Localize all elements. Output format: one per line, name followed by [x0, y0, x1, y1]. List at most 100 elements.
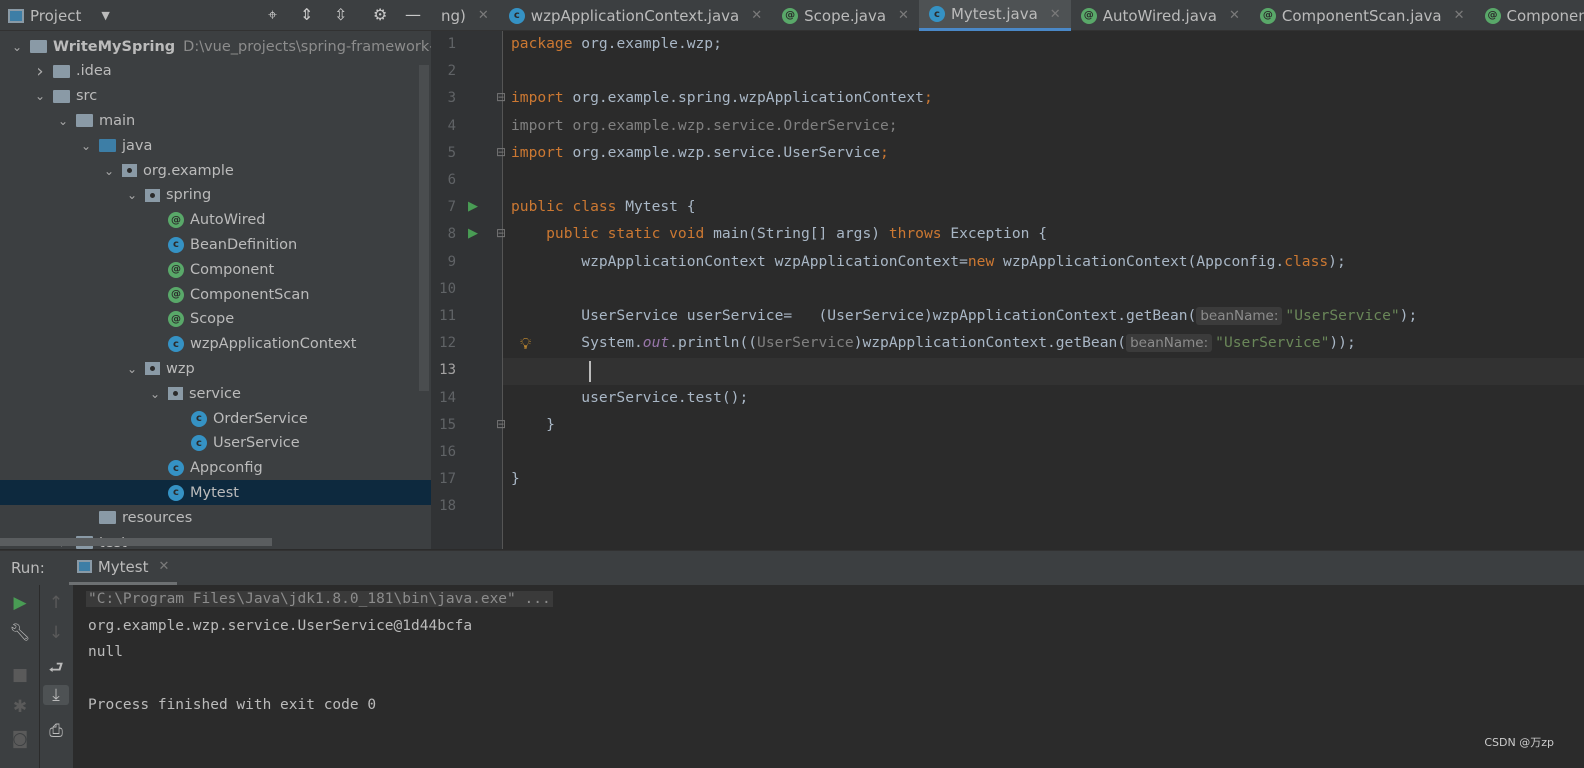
- code-token: UserService userService= (UserService)wz…: [511, 307, 1197, 324]
- code-token: out: [642, 334, 670, 352]
- tree-item-label: main: [99, 112, 136, 129]
- code-editor[interactable]: [503, 31, 1584, 549]
- locate-icon[interactable]: ⌖: [268, 5, 277, 25]
- run-gutter-icon[interactable]: ▶: [468, 226, 478, 241]
- scroll-to-end-icon[interactable]: ⤓: [43, 685, 69, 705]
- tree-item-org-example[interactable]: ⌄ org.example: [0, 158, 431, 183]
- tree-item-writemyspring[interactable]: ⌄ WriteMySpring D:\vue_projects\spring-fra…: [0, 34, 431, 59]
- tree-item-wzpapplicationcontext[interactable]: c wzpApplicationContext: [0, 332, 431, 357]
- close-icon[interactable]: ✕: [898, 8, 909, 23]
- minimize-icon[interactable]: —: [405, 5, 421, 24]
- rerun-icon[interactable]: ▶: [7, 593, 33, 613]
- tree-item-label: spring: [166, 187, 212, 204]
- run-panel-header: Run: Mytest ✕: [0, 551, 1584, 585]
- down-arrow-icon[interactable]: ↓: [43, 623, 69, 643]
- gear-icon[interactable]: ⚙: [373, 5, 387, 24]
- fold-icon[interactable]: ⊟: [496, 417, 506, 431]
- annotation-icon: @: [1259, 7, 1276, 24]
- fold-icon[interactable]: ⊟: [496, 226, 506, 240]
- tree-item-componentscan[interactable]: @ ComponentScan: [0, 282, 431, 307]
- annotation-icon: @: [782, 7, 799, 24]
- debug-icon[interactable]: ✱: [7, 697, 33, 717]
- line-number: 15: [439, 416, 456, 433]
- chevron-down-icon[interactable]: ⌄: [56, 114, 70, 128]
- chevron-down-icon[interactable]: ⌄: [79, 139, 93, 153]
- tree-item-label: Component: [190, 261, 275, 278]
- tab-mytest-java[interactable]: c Mytest.java ✕: [918, 0, 1071, 31]
- soft-wrap-icon[interactable]: ⮐: [43, 655, 69, 684]
- tab-label: ComponentScan.java: [1281, 6, 1442, 25]
- line-number: 2: [447, 63, 456, 80]
- tree-item-scope[interactable]: @ Scope: [0, 307, 431, 332]
- project-view-selector[interactable]: Project ▼: [8, 7, 110, 25]
- close-icon[interactable]: ✕: [1229, 8, 1240, 23]
- tab-autowired-java[interactable]: @ AutoWired.java ✕: [1071, 0, 1250, 31]
- code-token: org.example.spring.wzpApplicationContext: [572, 89, 924, 107]
- tree-item-label: .idea: [76, 63, 112, 80]
- line-number: 6: [447, 172, 456, 188]
- tab-label: Scope.java: [804, 6, 887, 25]
- chevron-right-icon[interactable]: ›: [33, 61, 47, 82]
- tree-item-mytest[interactable]: c Mytest: [0, 480, 431, 506]
- fold-icon[interactable]: ⊟: [496, 145, 506, 159]
- tree-item--idea[interactable]: › .idea: [0, 59, 431, 84]
- console-output-line: Process finished with exit code 0: [88, 697, 377, 713]
- tree-item-autowired[interactable]: @ AutoWired: [0, 208, 431, 233]
- tree-horizontal-scrollbar[interactable]: [0, 538, 272, 546]
- tree-item-spring[interactable]: ⌄ spring: [0, 183, 431, 208]
- tab-componentscan-java[interactable]: @ ComponentScan.java ✕: [1250, 0, 1475, 31]
- tree-item-wzp[interactable]: ⌄ wzp: [0, 356, 431, 381]
- tree-item-service[interactable]: ⌄ service: [0, 381, 431, 406]
- code-token: class: [1284, 252, 1329, 270]
- tree-vertical-scrollbar[interactable]: [419, 65, 429, 391]
- tree-item-main[interactable]: ⌄ main: [0, 108, 431, 133]
- run-gutter-icon[interactable]: ▶: [468, 199, 478, 214]
- tree-item-userservice[interactable]: c UserService: [0, 431, 431, 456]
- chevron-down-icon[interactable]: ⌄: [33, 89, 47, 103]
- line-number: 12: [439, 335, 456, 352]
- tab-component-jav[interactable]: @ Component.jav: [1475, 0, 1584, 31]
- tab-scope-java[interactable]: @ Scope.java ✕: [772, 0, 919, 31]
- line-number: 16: [439, 444, 456, 460]
- chevron-down-icon[interactable]: ⌄: [125, 362, 139, 376]
- tree-item-label: Scope: [190, 311, 235, 328]
- code-token: userService.test();: [511, 388, 749, 406]
- close-icon[interactable]: ✕: [478, 8, 489, 23]
- tree-item-java[interactable]: ⌄ java: [0, 133, 431, 158]
- tree-item-src[interactable]: ⌄ src: [0, 84, 431, 109]
- close-icon[interactable]: ✕: [1454, 8, 1465, 23]
- tree-item-component[interactable]: @ Component: [0, 257, 431, 282]
- tab-wzpapplicationcontext-java[interactable]: c wzpApplicationContext.java ✕: [499, 0, 772, 31]
- expand-all-icon[interactable]: ⇕: [300, 5, 313, 24]
- package-icon: [168, 387, 183, 401]
- tree-item-appconfig[interactable]: c Appconfig: [0, 456, 431, 481]
- code-line: package org.example.wzp;: [511, 35, 722, 52]
- tree-item-resources[interactable]: resources: [0, 505, 431, 530]
- close-icon[interactable]: ✕: [158, 559, 169, 574]
- chevron-down-icon[interactable]: ⌄: [148, 387, 162, 401]
- module-icon: [30, 40, 47, 53]
- up-arrow-icon[interactable]: ↑: [43, 593, 69, 613]
- camera-icon[interactable]: ◙: [7, 729, 33, 749]
- chevron-down-icon[interactable]: ⌄: [10, 40, 24, 54]
- run-tab-mytest[interactable]: Mytest ✕: [68, 551, 178, 585]
- print-icon[interactable]: ⎙: [43, 721, 69, 741]
- fold-icon[interactable]: ⊟: [496, 90, 506, 104]
- stop-icon[interactable]: ■: [7, 665, 33, 685]
- tree-item-beandefinition[interactable]: c BeanDefinition: [0, 232, 431, 257]
- close-icon[interactable]: ✕: [1050, 7, 1061, 22]
- tree-item-label: BeanDefinition: [190, 236, 298, 253]
- chevron-down-icon[interactable]: ⌄: [102, 164, 116, 178]
- lightbulb-icon[interactable]: 💡︎: [520, 334, 531, 354]
- collapse-all-icon[interactable]: ⇳: [334, 5, 347, 24]
- code-token: );: [1399, 307, 1418, 324]
- chevron-down-icon[interactable]: ⌄: [125, 188, 139, 202]
- close-icon[interactable]: ✕: [751, 8, 762, 23]
- tab-ng-[interactable]: ng) ✕: [431, 0, 499, 31]
- tree-item-orderservice[interactable]: c OrderService: [0, 406, 431, 431]
- wrench-icon[interactable]: 🔧︎: [7, 623, 33, 643]
- code-line: import org.example.wzp.service.OrderServ…: [511, 117, 898, 134]
- line-number: 14: [439, 389, 456, 406]
- tree-item-label: src: [76, 88, 98, 105]
- code-token: wzpApplicationContext(Appconfig.: [1003, 252, 1285, 270]
